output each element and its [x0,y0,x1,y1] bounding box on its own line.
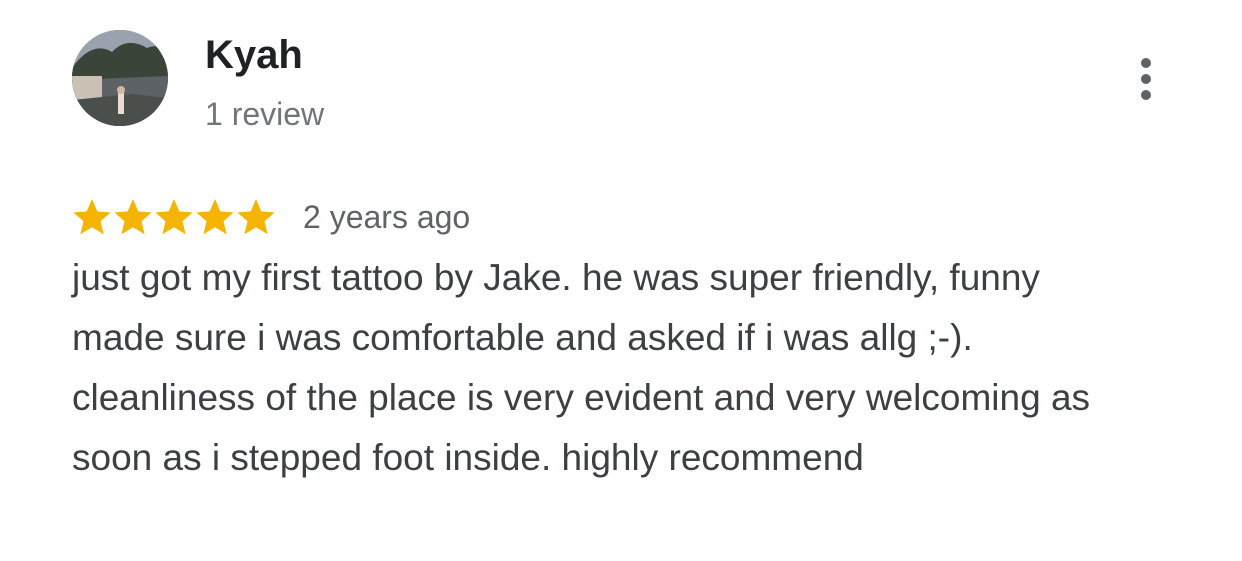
review-text: just got my first tattoo by Jake. he was… [72,257,1091,478]
more-options-button[interactable] [1128,54,1164,104]
star-rating [72,197,277,237]
avatar[interactable] [72,30,168,126]
more-vertical-icon-dot [1141,90,1151,100]
more-vertical-icon-dot [1141,74,1151,84]
more-vertical-icon [1141,58,1151,68]
rating-row: 2 years ago [72,195,470,239]
star-icon [154,197,194,237]
star-icon [195,197,235,237]
review-count: 1 review [205,96,325,132]
review-date: 2 years ago [303,199,471,235]
review-card: Kyah 1 review 2 years ago just got my fi… [0,0,1242,561]
avatar-photo [72,30,168,126]
star-icon [72,197,112,237]
star-icon [113,197,153,237]
star-icon [236,197,276,237]
reviewer-name[interactable]: Kyah [205,33,303,77]
